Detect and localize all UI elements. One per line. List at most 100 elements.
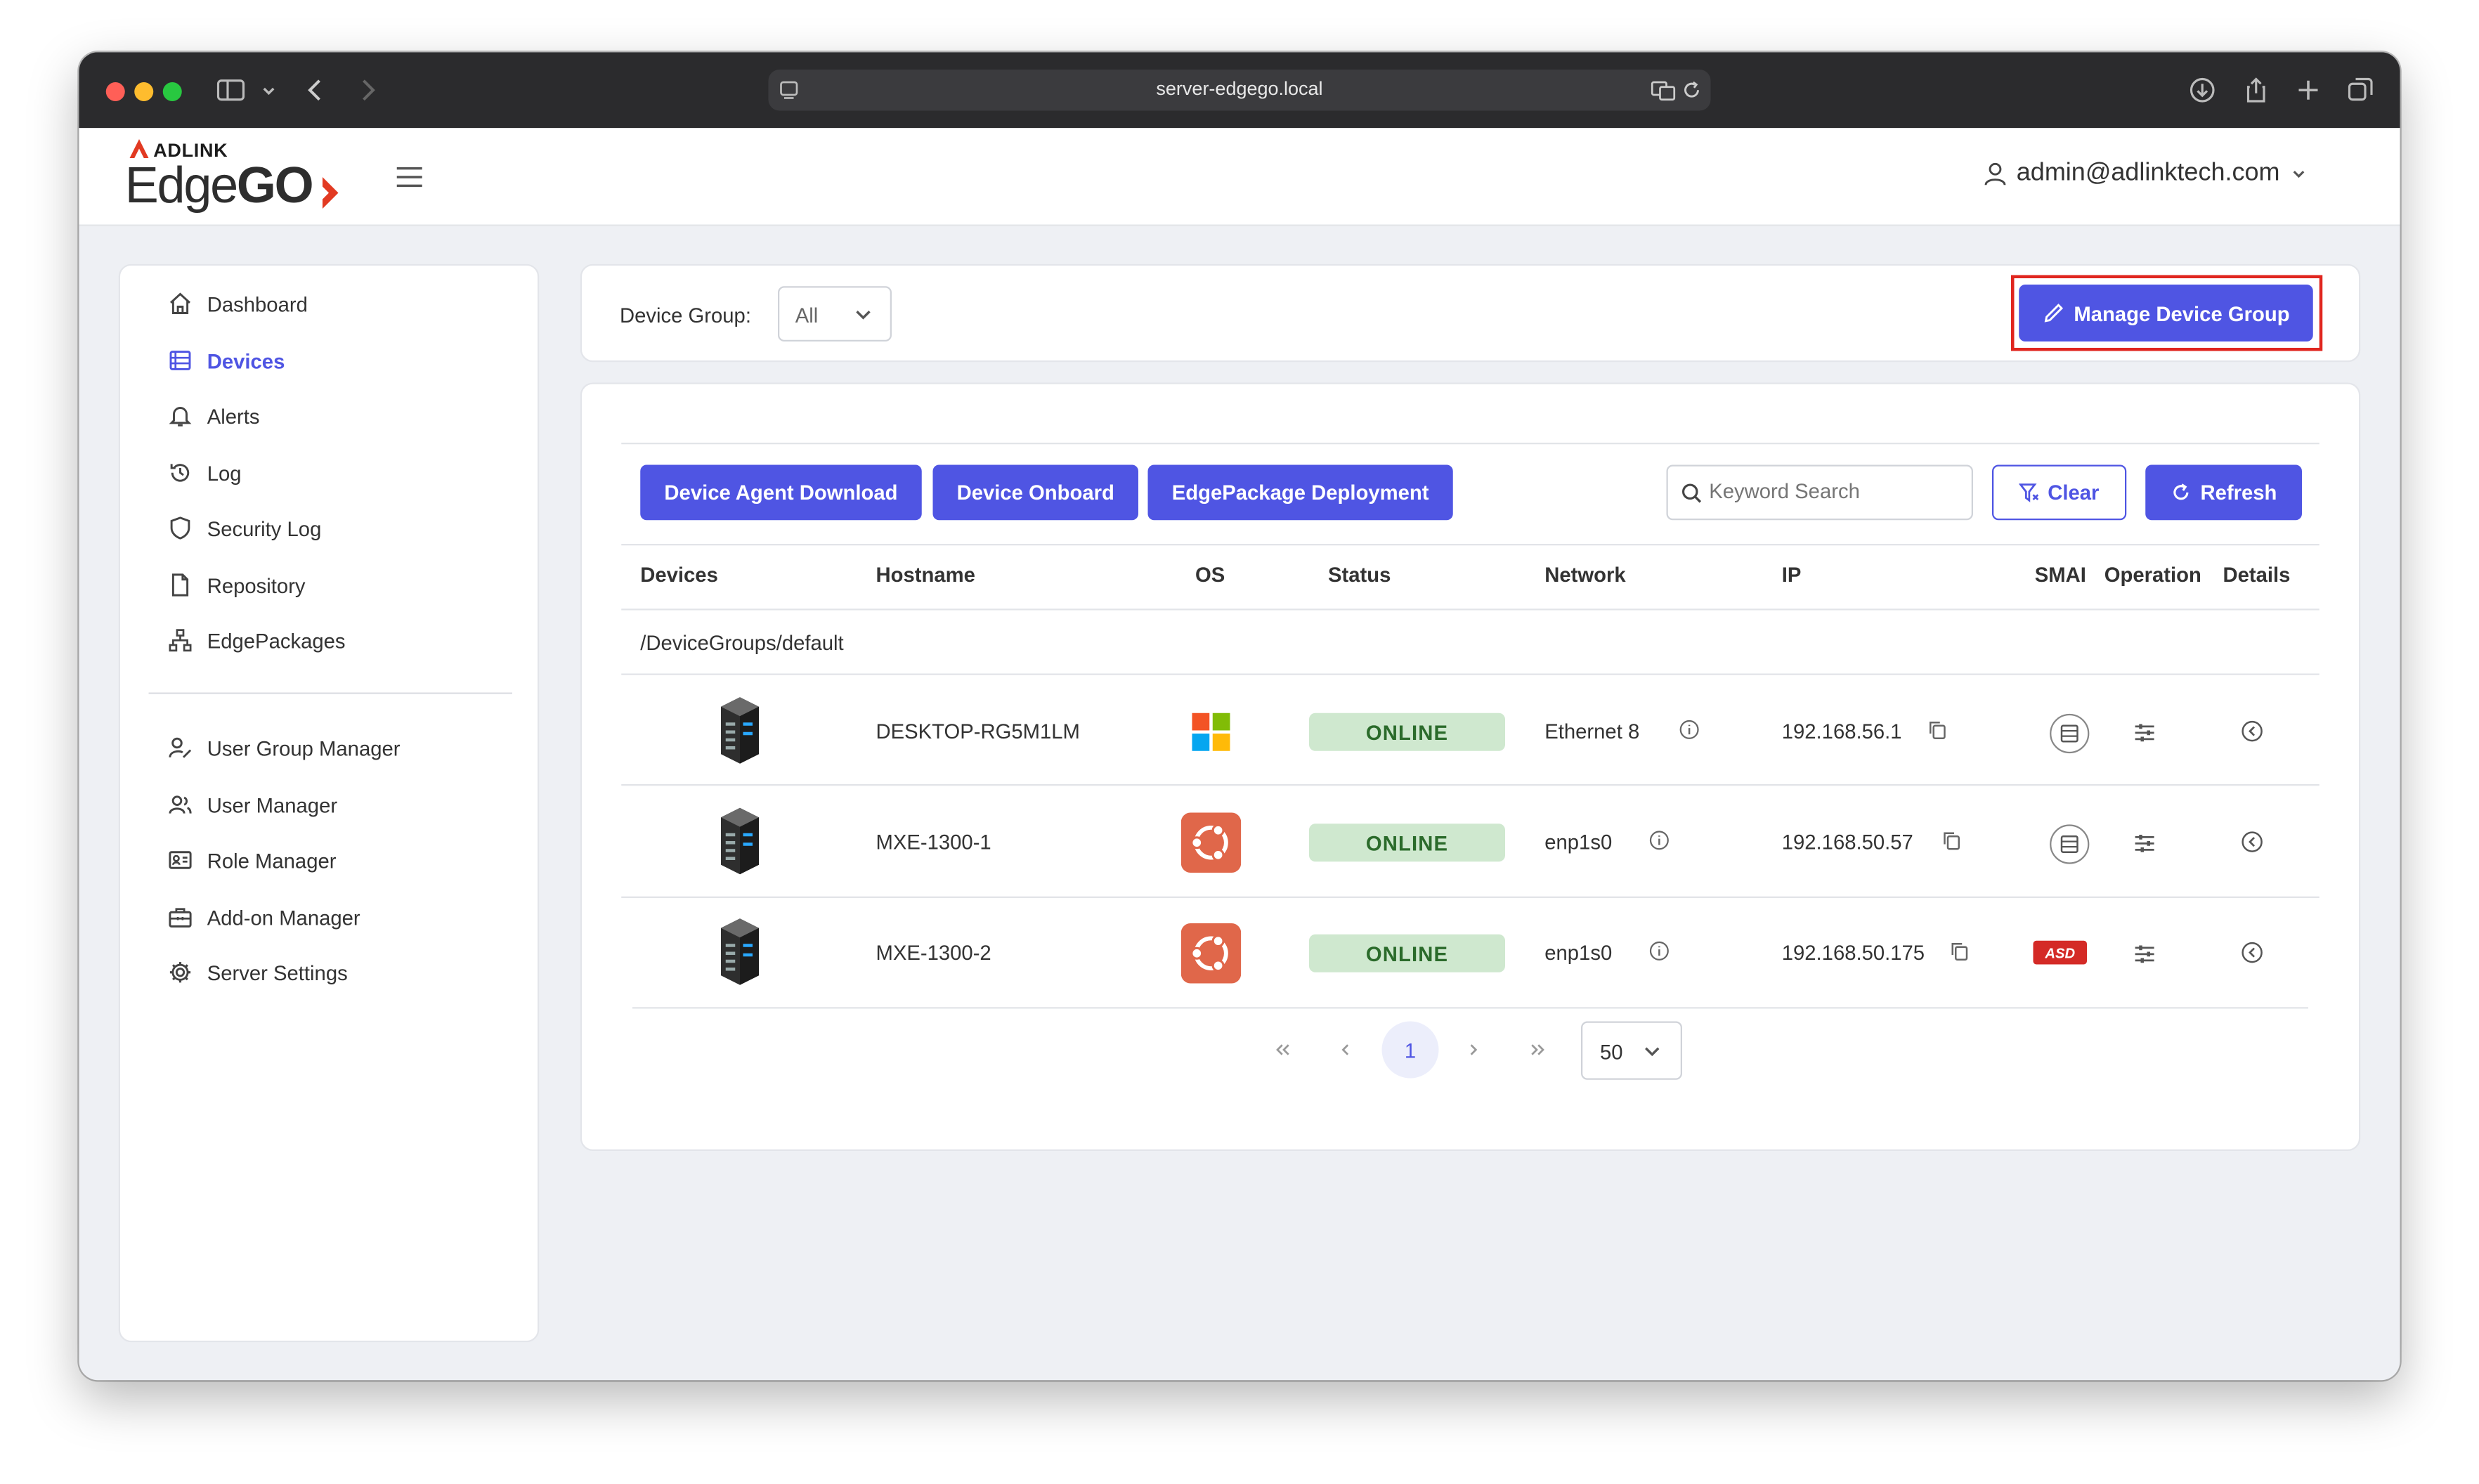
edgepackage-deployment-button[interactable]: EdgePackage Deployment bbox=[1147, 464, 1453, 521]
device-onboard-button[interactable]: Device Onboard bbox=[932, 464, 1138, 521]
details-icon[interactable] bbox=[2240, 720, 2264, 743]
column-details[interactable]: Details bbox=[2223, 563, 2291, 587]
chevron-down-icon bbox=[856, 311, 871, 320]
close-window-button[interactable] bbox=[105, 82, 125, 101]
sidebar-item-server-settings[interactable]: Server Settings bbox=[168, 949, 348, 996]
network-cell: enp1s0 bbox=[1544, 940, 1613, 965]
sidebar-toggle-icon[interactable] bbox=[215, 74, 247, 106]
windows-logo-icon bbox=[1192, 712, 1230, 751]
column-devices[interactable]: Devices bbox=[640, 563, 718, 587]
previous-page-button[interactable] bbox=[1317, 1022, 1374, 1079]
tabs-overview-icon[interactable] bbox=[2345, 74, 2376, 106]
copy-icon[interactable] bbox=[1941, 830, 1962, 850]
chevron-right-icon bbox=[1470, 1044, 1478, 1055]
sliders-icon[interactable] bbox=[2133, 832, 2156, 856]
sidebar-item-user-group-manager[interactable]: User Group Manager bbox=[168, 724, 401, 772]
info-icon[interactable] bbox=[1649, 941, 1670, 961]
user-menu[interactable]: admin@adlinktech.com bbox=[1985, 160, 2308, 188]
device-group-filter-panel: Device Group: All Manage Device Group bbox=[580, 263, 2361, 363]
sidebar-item-label: Alerts bbox=[207, 403, 260, 428]
smai-list-icon[interactable] bbox=[2049, 713, 2090, 755]
page-1-button[interactable]: 1 bbox=[1381, 1021, 1439, 1079]
double-chevron-right-icon bbox=[1531, 1044, 1544, 1055]
info-icon[interactable] bbox=[1649, 830, 1670, 850]
url-text: server-edgego.local bbox=[1156, 77, 1323, 100]
user-icon bbox=[1985, 162, 2007, 186]
smai-asd-logo[interactable]: ASD bbox=[2033, 940, 2087, 965]
column-hostname[interactable]: Hostname bbox=[876, 563, 975, 587]
share-icon[interactable] bbox=[2240, 74, 2272, 106]
ip-cell: 192.168.50.175 bbox=[1781, 940, 1925, 965]
device-list-panel: Device Agent Download Device Onboard Edg… bbox=[580, 382, 2361, 1151]
status-badge: ONLINE bbox=[1309, 712, 1505, 751]
sidebar-item-security-log[interactable]: Security Log bbox=[168, 505, 321, 552]
forward-icon[interactable] bbox=[351, 74, 383, 106]
copy-icon[interactable] bbox=[1927, 720, 1948, 740]
keyword-search-input[interactable] bbox=[1709, 479, 1963, 503]
details-icon[interactable] bbox=[2240, 941, 2264, 965]
brand-arrow-icon bbox=[323, 177, 339, 209]
server-icon bbox=[721, 697, 759, 764]
column-ip[interactable]: IP bbox=[1782, 563, 1802, 587]
copy-icon[interactable] bbox=[1949, 941, 1970, 961]
maximize-window-button[interactable] bbox=[162, 82, 182, 101]
user-edit-icon bbox=[169, 737, 192, 758]
sidebar-item-repository[interactable]: Repository bbox=[168, 561, 306, 609]
last-page-button[interactable] bbox=[1510, 1022, 1567, 1079]
server-icon bbox=[721, 918, 759, 985]
column-operation[interactable]: Operation bbox=[2104, 563, 2201, 587]
bell-icon bbox=[169, 407, 192, 427]
first-page-button[interactable] bbox=[1254, 1022, 1310, 1079]
device-group-select[interactable]: All bbox=[778, 286, 892, 341]
column-network[interactable]: Network bbox=[1544, 563, 1625, 587]
sidebar-item-dashboard[interactable]: Dashboard bbox=[168, 280, 308, 327]
column-os[interactable]: OS bbox=[1195, 563, 1225, 587]
details-icon[interactable] bbox=[2240, 830, 2264, 854]
new-tab-icon[interactable] bbox=[2293, 74, 2324, 106]
refresh-button[interactable]: Refresh bbox=[2145, 464, 2302, 521]
chevron-down-icon bbox=[2293, 171, 2305, 178]
device-agent-download-label: Device Agent Download bbox=[664, 481, 898, 505]
row-border bbox=[632, 1007, 2308, 1009]
reload-icon[interactable] bbox=[1681, 79, 1703, 102]
column-status[interactable]: Status bbox=[1328, 563, 1391, 587]
sidebar-item-label: Server Settings bbox=[207, 960, 348, 984]
device-agent-download-button[interactable]: Device Agent Download bbox=[640, 464, 922, 521]
manage-device-group-label: Manage Device Group bbox=[2074, 301, 2290, 325]
sliders-icon[interactable] bbox=[2133, 721, 2156, 745]
info-icon[interactable] bbox=[1679, 720, 1700, 740]
sidebar-item-label: Role Manager bbox=[207, 848, 337, 872]
next-page-button[interactable] bbox=[1445, 1022, 1502, 1079]
manage-device-group-button[interactable]: Manage Device Group bbox=[2019, 285, 2313, 341]
back-icon[interactable] bbox=[301, 74, 332, 106]
minimize-window-button[interactable] bbox=[134, 82, 154, 101]
translate-icon[interactable] bbox=[1651, 79, 1676, 102]
sliders-icon[interactable] bbox=[2133, 942, 2156, 966]
sidebar-item-alerts[interactable]: Alerts bbox=[168, 392, 260, 440]
refresh-label: Refresh bbox=[2200, 481, 2277, 505]
address-bar[interactable]: server-edgego.local bbox=[768, 70, 1711, 111]
sidebar-item-add-on-manager[interactable]: Add-on Manager bbox=[168, 893, 360, 941]
sidebar-item-devices[interactable]: Devices bbox=[168, 337, 285, 384]
sidebar-item-user-manager[interactable]: User Manager bbox=[168, 781, 337, 829]
sidebar-item-label: Repository bbox=[207, 573, 306, 597]
menu-icon[interactable] bbox=[396, 166, 424, 188]
clear-button[interactable]: Clear bbox=[1992, 464, 2127, 521]
ip-cell: 192.168.50.57 bbox=[1781, 830, 1913, 854]
page-size-select[interactable]: 50 bbox=[1581, 1021, 1682, 1080]
smai-list-icon[interactable] bbox=[2049, 824, 2090, 865]
gear-icon bbox=[169, 962, 191, 983]
download-icon[interactable] bbox=[2187, 74, 2218, 106]
chevron-down-icon[interactable] bbox=[253, 74, 285, 106]
sidebar-item-edgepackages[interactable]: EdgePackages bbox=[168, 617, 346, 665]
column-smai[interactable]: SMAI bbox=[2035, 563, 2086, 587]
status-badge: ONLINE bbox=[1309, 824, 1505, 862]
sidebar-item-role-manager[interactable]: Role Manager bbox=[168, 836, 337, 884]
double-chevron-left-icon bbox=[1276, 1044, 1289, 1055]
smai-asd-logo-text: ASD bbox=[2045, 944, 2076, 961]
browser-titlebar: server-edgego.local bbox=[79, 52, 2400, 129]
brand-name-b: GO bbox=[236, 156, 314, 214]
file-icon bbox=[171, 573, 189, 597]
edgepackage-deployment-label: EdgePackage Deployment bbox=[1171, 481, 1429, 505]
sidebar-item-log[interactable]: Log bbox=[168, 449, 242, 497]
